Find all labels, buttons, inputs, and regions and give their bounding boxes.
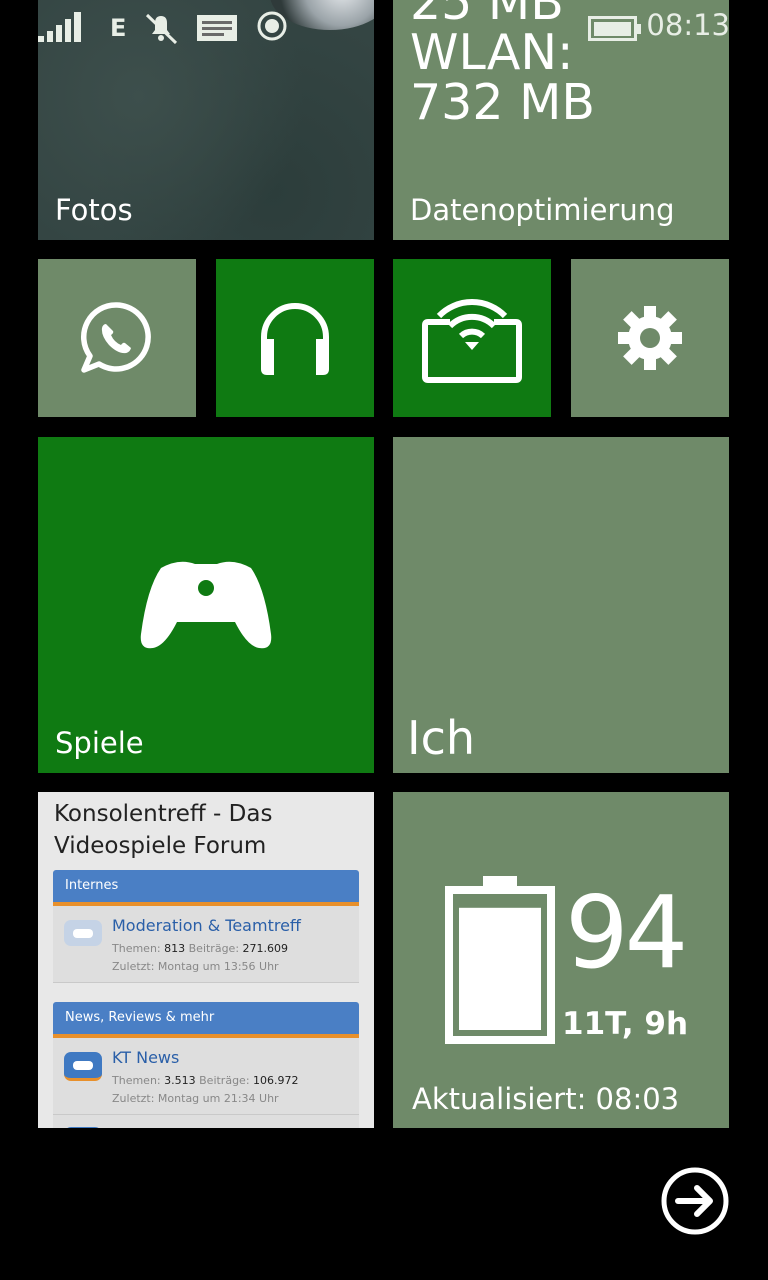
network-type-icon: E [110, 14, 127, 42]
tile-settings[interactable] [571, 259, 729, 417]
tile-label: Ich [407, 711, 476, 765]
forum-name: KT News [112, 1048, 180, 1067]
tile-label: Spiele [55, 726, 144, 760]
forum-stats: Themen: 813 Beiträge: 271.609 [112, 942, 288, 955]
posts-count: 106.972 [253, 1074, 299, 1087]
tile-music[interactable] [216, 259, 374, 417]
posts-label: Beiträge: [188, 942, 240, 955]
tile-forum[interactable]: Konsolentreff - Das Videospiele Forum In… [38, 792, 374, 1128]
forum-title-line: Videospiele Forum [54, 833, 267, 859]
topics-count: 3.513 [164, 1074, 196, 1087]
topics-label: Themen: [112, 1074, 161, 1087]
posts-label: Beiträge: [199, 1074, 250, 1087]
topics-label: Themen: [112, 942, 161, 955]
gamepad-icon [64, 1052, 102, 1081]
location-icon [257, 11, 287, 41]
forum-row-partial [53, 1115, 359, 1128]
forum-title-line: Konsolentreff - Das [54, 801, 273, 827]
battery-remaining: 11T, 9h [562, 1006, 689, 1042]
battery-icon [588, 16, 641, 41]
tile-label: Datenoptimierung [410, 193, 675, 227]
forum-section-header: News, Reviews & mehr [53, 1002, 359, 1038]
data-usage-line: 732 MB [410, 74, 595, 131]
clock: 08:13 [646, 8, 730, 42]
status-bar: E 08:13 [0, 0, 768, 56]
alarm-off-icon [145, 13, 178, 44]
tile-whatsapp[interactable] [38, 259, 196, 417]
forum-section: News, Reviews & mehr KT News Themen: 3.5… [53, 1002, 359, 1128]
arrow-right-circle-icon[interactable] [661, 1167, 729, 1235]
forum-stats: Themen: 3.513 Beiträge: 106.972 [112, 1074, 299, 1087]
message-icon [197, 15, 237, 41]
tile-games[interactable]: Spiele [38, 437, 374, 773]
tile-battery[interactable]: 94 11T, 9h Aktualisiert: 08:03 [393, 792, 729, 1128]
posts-count: 271.609 [242, 942, 289, 955]
gamepad-icon [64, 920, 102, 946]
forum-section-header: Internes [53, 870, 359, 906]
tile-me[interactable]: Ich [393, 437, 729, 773]
whatsapp-icon [81, 302, 151, 373]
tile-wifi-sharing[interactable] [393, 259, 551, 417]
forum-name: Moderation & Teamtreff [112, 916, 301, 935]
gear-icon [618, 306, 682, 370]
forum-row: KT News Themen: 3.513 Beiträge: 106.972 … [53, 1038, 359, 1115]
headphones-icon [261, 303, 329, 375]
battery-large-icon [445, 876, 555, 1044]
xbox-controller-icon [140, 561, 272, 649]
forum-row: Moderation & Teamtreff Themen: 813 Beitr… [53, 906, 359, 983]
battery-level-fill [459, 907, 541, 1030]
battery-updated: Aktualisiert: 08:03 [412, 1082, 680, 1116]
forum-last-post: Zuletzt: Montag um 13:56 Uhr [112, 960, 279, 973]
signal-icon [38, 12, 81, 42]
forum-title: Konsolentreff - Das Videospiele Forum [54, 798, 272, 862]
wifi-sharing-icon [422, 299, 522, 383]
forum-section: Internes Moderation & Teamtreff Themen: … [53, 870, 359, 983]
tile-label: Fotos [55, 193, 133, 227]
gamepad-icon [64, 1127, 102, 1128]
battery-percent: 94 [565, 874, 688, 991]
forum-last-post: Zuletzt: Montag um 21:34 Uhr [112, 1092, 279, 1105]
topics-count: 813 [164, 942, 186, 955]
